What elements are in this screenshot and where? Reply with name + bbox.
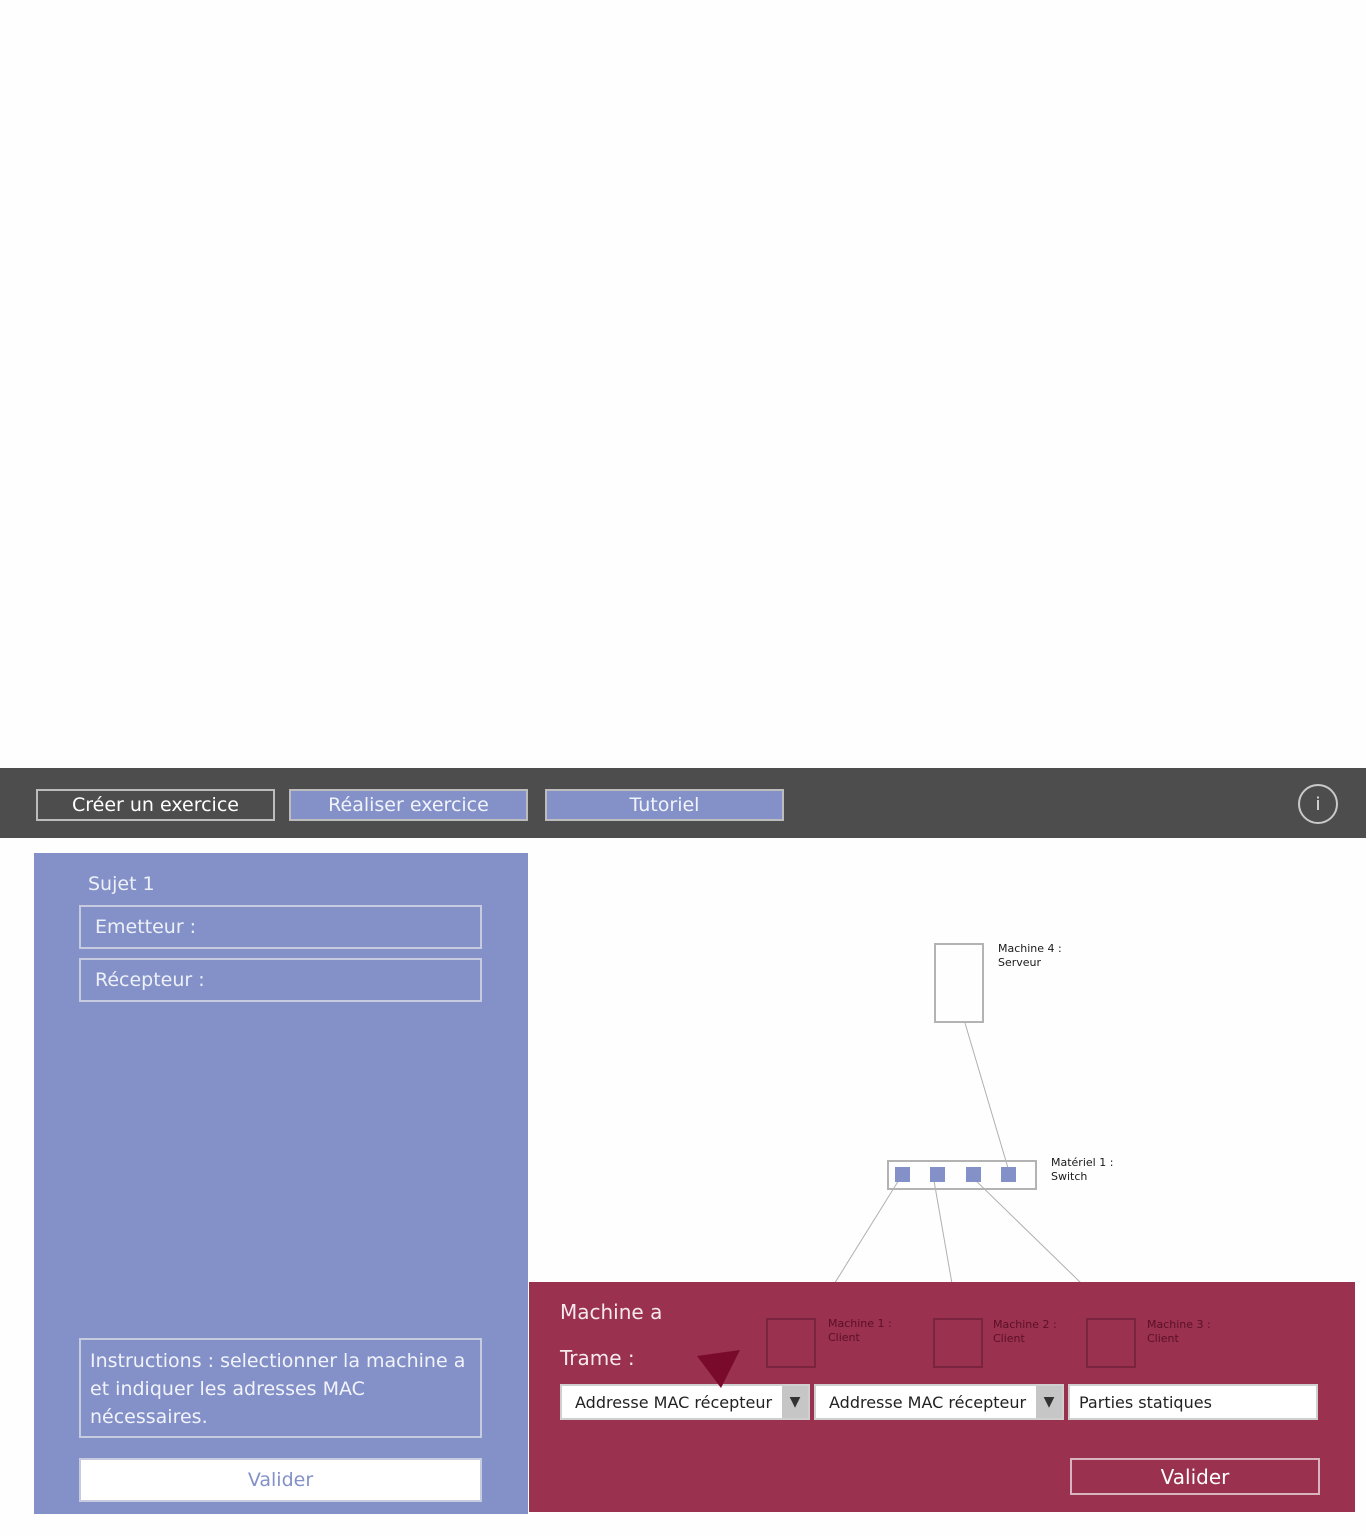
switch-port[interactable]: [966, 1167, 981, 1182]
machine-title: Machine a: [560, 1300, 663, 1324]
switch-label: Matériel 1 : Switch: [1051, 1156, 1114, 1183]
switch-port[interactable]: [930, 1167, 945, 1182]
frame-pointer-icon: [697, 1350, 740, 1388]
client-machine-3[interactable]: [1086, 1318, 1136, 1368]
frame-label: Trame :: [560, 1346, 635, 1370]
server-label: Machine 4 : Serveur: [998, 942, 1062, 969]
client-3-label: Machine 3 : Client: [1147, 1318, 1211, 1345]
client-machine-1[interactable]: [766, 1318, 816, 1368]
validate-frame-button[interactable]: Valider: [1070, 1458, 1320, 1495]
chevron-down-icon[interactable]: ▼: [782, 1386, 808, 1418]
switch-port[interactable]: [1001, 1167, 1016, 1182]
client-2-label: Machine 2 : Client: [993, 1318, 1057, 1345]
server-machine[interactable]: [934, 943, 984, 1023]
machine-panel: Machine a Trame : Machine 1 : Client Mac…: [529, 1282, 1355, 1512]
switch-port[interactable]: [895, 1167, 910, 1182]
select-1-value: Addresse MAC récepteur: [575, 1393, 773, 1412]
chevron-down-icon[interactable]: ▼: [1036, 1386, 1062, 1418]
receiver-mac-select-2[interactable]: Addresse MAC récepteur ▼: [814, 1384, 1064, 1420]
link-server-switch: [964, 1022, 1009, 1169]
select-2-value: Addresse MAC récepteur: [829, 1393, 1027, 1412]
client-machine-2[interactable]: [933, 1318, 983, 1368]
client-1-label: Machine 1 : Client: [828, 1317, 892, 1344]
static-parts-field[interactable]: Parties statiques: [1068, 1384, 1318, 1420]
receiver-mac-select-1[interactable]: Addresse MAC récepteur ▼: [560, 1384, 810, 1420]
